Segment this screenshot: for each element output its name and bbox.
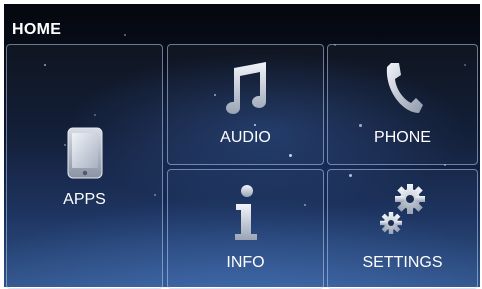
tile-info-label: INFO	[226, 254, 265, 271]
music-note-icon	[222, 60, 270, 121]
tile-settings-label: SETTINGS	[362, 254, 443, 271]
tile-phone-label: PHONE	[374, 129, 431, 146]
tile-settings[interactable]: SETTINGS	[327, 169, 478, 289]
tablet-icon	[67, 127, 103, 184]
page-title: HOME	[12, 21, 62, 38]
tile-apps-label: APPS	[63, 191, 106, 208]
tile-phone[interactable]: PHONE	[327, 44, 478, 165]
gears-icon	[378, 182, 428, 243]
tile-info[interactable]: INFO	[167, 169, 324, 289]
info-icon	[231, 184, 261, 247]
phone-handset-icon	[383, 61, 423, 120]
tile-audio-label: AUDIO	[220, 129, 271, 146]
tile-audio[interactable]: AUDIO	[167, 44, 324, 165]
tile-apps[interactable]: APPS	[6, 44, 163, 289]
